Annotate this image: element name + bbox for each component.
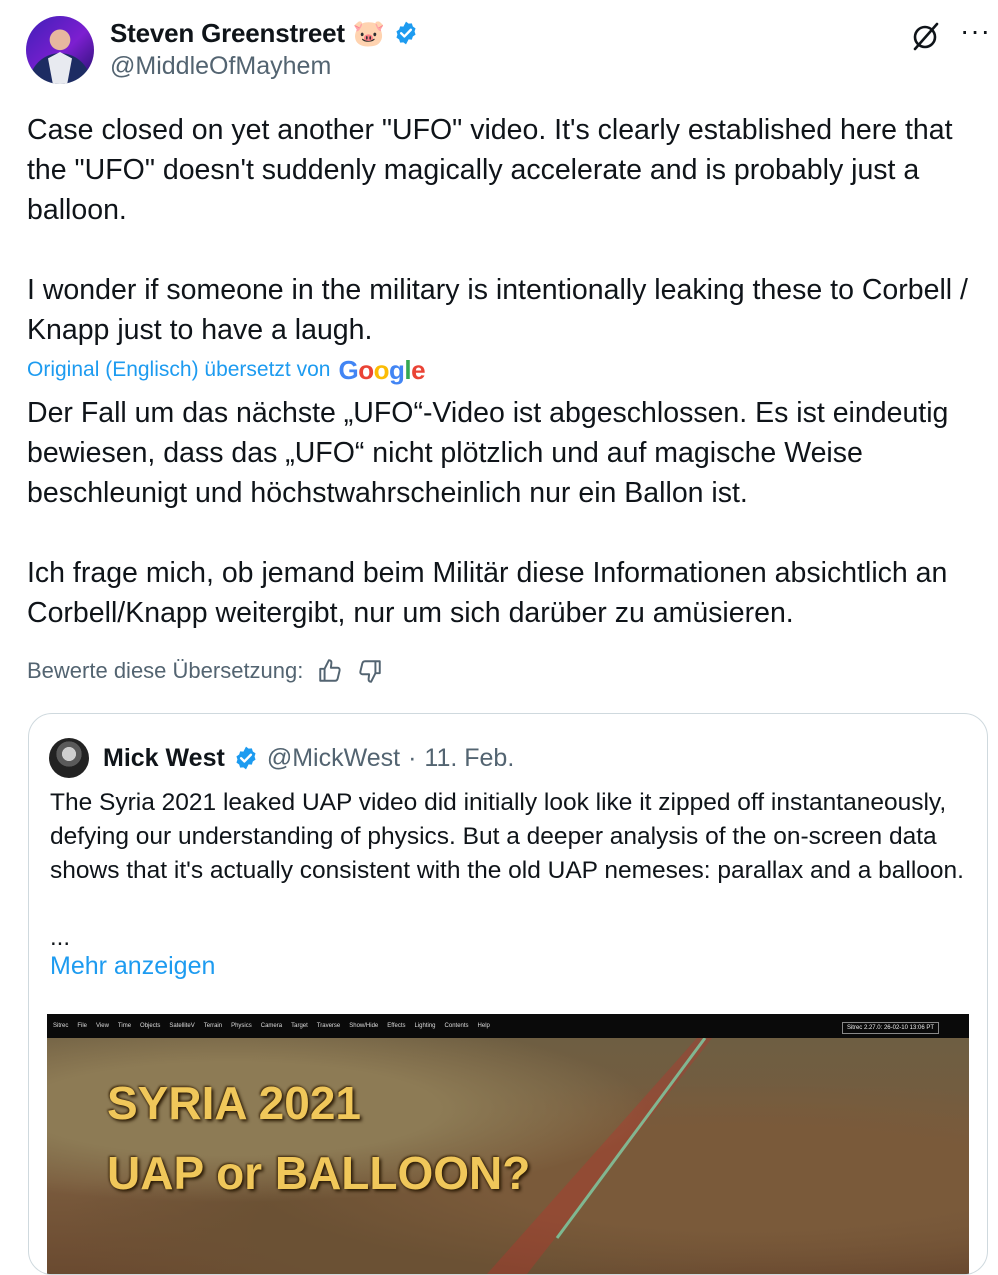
video-menu-item: Contents	[444, 1023, 469, 1029]
tweet-header: Steven Greenstreet 🐷 @MiddleOfMayhem ···	[0, 0, 998, 100]
show-more-link[interactable]: Mehr anzeigen	[50, 952, 215, 981]
quoted-avatar[interactable]	[49, 738, 89, 778]
verified-badge-icon	[236, 746, 256, 770]
quoted-date[interactable]: 11. Feb.	[424, 744, 514, 773]
tweet-text: Case closed on yet another "UFO" video. …	[27, 114, 968, 346]
translation-text: Der Fall um das nächste „UFO“-Video ist …	[27, 397, 949, 629]
author-display-name[interactable]: Steven Greenstreet	[110, 18, 345, 49]
translation-attribution[interactable]: Original (Englisch) übersetzt von Google	[27, 352, 426, 388]
video-menu-item: Time	[117, 1023, 132, 1029]
video-status: Sitrec 2.27.0: 26-02-10 13:06 PT	[841, 1022, 939, 1034]
pig-emoji: 🐷	[352, 18, 386, 48]
video-menu-item: Effects	[387, 1023, 406, 1029]
video-menu-item: View	[96, 1023, 109, 1029]
rate-translation-label: Bewerte diese Übersetzung:	[27, 658, 304, 683]
thumbs-down-icon[interactable]	[357, 658, 383, 684]
quoted-tweet-text: The Syria 2021 leaked UAP video did init…	[50, 789, 964, 884]
quoted-handle[interactable]: @MickWest	[267, 744, 400, 773]
google-logo: Google	[338, 354, 426, 385]
video-menu-item: File	[77, 1023, 88, 1029]
separator-dot: ·	[408, 743, 417, 772]
video-menu-item: Objects	[140, 1023, 161, 1029]
translated-by-label[interactable]: Original (Englisch) übersetzt von	[27, 358, 330, 382]
video-menu-item: Terrain	[203, 1023, 223, 1029]
video-menu-item: Lighting	[414, 1023, 436, 1029]
quoted-video[interactable]: Sitrec File View Time Objects SatelliteV Terra…	[47, 1014, 969, 1274]
author-handle[interactable]: @MiddleOfMayhem	[110, 52, 331, 81]
video-menu-item: Physics	[231, 1023, 252, 1029]
video-menu-item: Show/Hide	[349, 1023, 379, 1029]
quoted-ellipsis: ...	[50, 924, 71, 951]
video-menubar: Sitrec File View Time Objects SatelliteV Terra…	[47, 1014, 969, 1038]
video-title-line1: SYRIA 2021	[107, 1077, 361, 1129]
quoted-tweet-header: Mick West @MickWest · 11. Feb.	[49, 738, 514, 778]
video-menu-item: Camera	[260, 1023, 283, 1029]
rate-translation-row: Bewerte diese Übersetzung:	[27, 654, 383, 688]
quoted-display-name[interactable]: Mick West	[103, 744, 225, 773]
video-menu-item: Target	[291, 1023, 308, 1029]
more-options-icon[interactable]: ···	[960, 17, 990, 48]
thumbs-up-icon[interactable]	[317, 658, 343, 684]
video-menu-item: Sitrec	[53, 1023, 69, 1029]
video-menu-item: Help	[477, 1023, 490, 1029]
video-menu-item: SatelliteV	[169, 1023, 195, 1029]
grok-icon[interactable]	[910, 20, 942, 52]
avatar[interactable]	[26, 16, 94, 84]
video-title-line2: UAP or BALLOON?	[107, 1147, 531, 1199]
author-name-row: Steven Greenstreet 🐷	[110, 16, 419, 50]
verified-badge-icon	[396, 21, 416, 45]
video-menu-item: Traverse	[316, 1023, 341, 1029]
quoted-tweet-card[interactable]: Mick West @MickWest · 11. Feb. The Syria…	[28, 713, 988, 1275]
